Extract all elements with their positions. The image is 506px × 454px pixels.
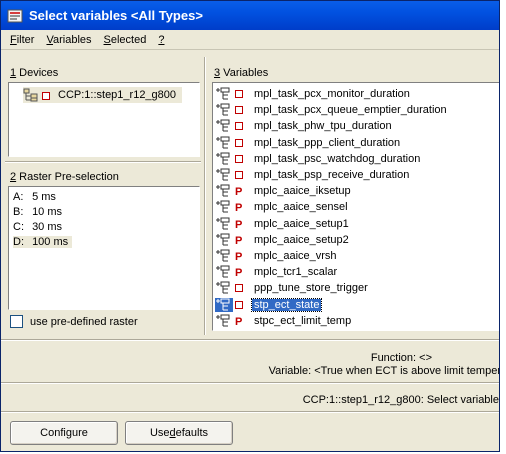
- vertical-splitter[interactable]: [204, 57, 206, 335]
- variable-name: mpl_task_pcx_queue_emptier_duration: [254, 104, 447, 117]
- function-info: Function: <>: [370, 352, 432, 364]
- signal-tree-icon: [215, 184, 233, 198]
- parameter-flag-icon: P: [235, 267, 243, 280]
- window-title: Select variables <All Types>: [29, 8, 203, 23]
- measurement-flag-icon: [235, 154, 244, 164]
- variable-row[interactable]: mpl_task_ppp_client_duration: [215, 135, 402, 151]
- variables-heading: 3 Variables: [214, 67, 269, 79]
- select-variables-window: Select variables <All Types> Filter Vari…: [0, 0, 500, 452]
- variable-row[interactable]: Pstpc_ect_limit_temp: [215, 313, 353, 329]
- variable-name: mplc_aaice_setup2: [254, 233, 349, 246]
- parameter-flag-icon: P: [235, 202, 243, 215]
- variable-row[interactable]: Pmplc_aaice_vrsh: [215, 248, 339, 264]
- parameter-flag-icon: P: [235, 315, 243, 328]
- parameter-flag-icon: P: [235, 218, 243, 231]
- raster-heading: 2 Raster Pre-selection: [10, 171, 119, 183]
- predefined-raster-label: use pre-defined raster: [30, 315, 138, 328]
- raster-item[interactable]: B: 10 ms: [9, 205, 199, 220]
- signal-tree-icon: [215, 314, 233, 328]
- variable-row[interactable]: mpl_task_pcx_monitor_duration: [215, 86, 412, 102]
- measurement-flag-icon: [235, 138, 244, 148]
- variable-name: mplc_tcr1_scalar: [254, 266, 338, 279]
- variable-row[interactable]: mpl_task_phw_tpu_duration: [215, 118, 394, 134]
- variable-name: stp_ect_state: [250, 297, 323, 312]
- variable-name: mpl_task_ppp_client_duration: [254, 136, 401, 149]
- variable-row[interactable]: Pmplc_aaice_sensel: [215, 199, 350, 215]
- title-bar[interactable]: Select variables <All Types>: [1, 1, 499, 30]
- signal-tree-icon: [215, 119, 233, 133]
- left-splitter[interactable]: [5, 161, 201, 163]
- variable-info: Variable: <True when ECT is above limit …: [268, 365, 500, 377]
- buttons-divider: [1, 411, 499, 413]
- variable-row[interactable]: Pmplc_aaice_setup2: [215, 232, 351, 248]
- configure-button[interactable]: Confi g ure: [10, 421, 118, 445]
- variable-row[interactable]: Pmplc_aaice_setup1: [215, 216, 351, 232]
- menu-selected[interactable]: Selected: [98, 34, 153, 46]
- measurement-flag-icon: [235, 170, 244, 180]
- devices-list[interactable]: CCP:1::step1_r12_g800: [8, 82, 200, 157]
- parameter-flag-icon: P: [235, 186, 243, 199]
- measurement-flag-icon: [235, 121, 244, 131]
- variable-name: mpl_task_psp_receive_duration: [254, 169, 410, 181]
- menu-filter[interactable]: Filter: [4, 34, 40, 46]
- variable-row[interactable]: Pmplc_tcr1_scalar: [215, 264, 339, 280]
- signal-tree-icon: [215, 152, 233, 166]
- devices-heading: 1 Devices: [10, 67, 59, 79]
- variable-name: mplc_aaice_setup1: [254, 217, 349, 230]
- signal-tree-icon: [215, 233, 233, 247]
- variable-name: mplc_aaice_sensel: [254, 201, 348, 214]
- variable-row-selected[interactable]: stp_ect_state: [215, 297, 323, 313]
- variable-row[interactable]: Pmplc_aaice_iksetup: [215, 183, 353, 199]
- info-bottom-divider: [1, 382, 499, 384]
- predefined-raster-option[interactable]: use pre-defined raster: [10, 315, 138, 328]
- signal-tree-icon: [215, 281, 233, 295]
- menu-bar: Filter Variables Selected ?: [1, 30, 499, 50]
- variable-row[interactable]: mpl_task_psc_watchdog_duration: [215, 151, 422, 167]
- parameter-flag-icon: P: [235, 234, 243, 247]
- variable-row[interactable]: ppp_tune_store_trigger: [215, 280, 370, 296]
- parameter-flag-icon: P: [235, 251, 243, 263]
- signal-tree-icon: [215, 200, 233, 214]
- raster-item-selected[interactable]: D: 100 ms: [9, 235, 199, 250]
- measurement-flag-icon: [235, 105, 244, 115]
- device-tree-icon: [23, 88, 39, 102]
- variable-name: mplc_aaice_iksetup: [254, 185, 351, 198]
- variable-row[interactable]: mpl_task_pcx_queue_emptier_duration: [215, 102, 449, 118]
- variable-name: ppp_tune_store_trigger: [254, 282, 368, 295]
- variable-name: mpl_task_pcx_monitor_duration: [254, 88, 410, 100]
- device-status-icon: [42, 91, 50, 100]
- signal-tree-icon: [215, 103, 233, 117]
- signal-tree-icon: [215, 265, 233, 279]
- signal-tree-icon: [215, 87, 233, 101]
- variable-name: stpc_ect_limit_temp: [254, 314, 352, 327]
- measurement-flag-icon: [235, 283, 244, 293]
- raster-item[interactable]: A: 5 ms: [9, 190, 199, 205]
- signal-tree-icon: [215, 297, 233, 312]
- variables-list[interactable]: mpl_task_pcx_monitor_duration mpl_task_pc…: [212, 82, 499, 331]
- signal-tree-icon: [215, 136, 233, 150]
- variable-name: mpl_task_phw_tpu_duration: [254, 120, 392, 133]
- signal-tree-icon: [215, 168, 233, 182]
- raster-list[interactable]: A: 5 ms B: 10 ms C: 30 ms D: 100 ms: [8, 186, 200, 310]
- use-defaults-button[interactable]: Use d efaults: [125, 421, 233, 445]
- menu-variables[interactable]: Variables: [40, 34, 97, 46]
- device-item[interactable]: CCP:1::step1_r12_g800: [23, 87, 183, 103]
- signal-tree-icon: [215, 217, 233, 231]
- variable-name: mpl_task_psc_watchdog_duration: [254, 152, 421, 165]
- measurement-flag-icon: [235, 300, 244, 310]
- info-top-divider: [1, 339, 499, 341]
- raster-item[interactable]: C: 30 ms: [9, 220, 199, 235]
- menu-help[interactable]: ?: [152, 34, 170, 46]
- device-label: CCP:1::step1_r12_g800: [58, 89, 177, 101]
- variable-name: mplc_aaice_vrsh: [254, 250, 337, 262]
- predefined-raster-checkbox[interactable]: [10, 315, 23, 328]
- variables-app-icon: [7, 8, 23, 24]
- measurement-flag-icon: [235, 89, 244, 99]
- variable-row[interactable]: mpl_task_psp_receive_duration: [215, 167, 411, 183]
- signal-tree-icon: [215, 249, 233, 263]
- status-text: CCP:1::step1_r12_g800: Select variable: [302, 394, 499, 406]
